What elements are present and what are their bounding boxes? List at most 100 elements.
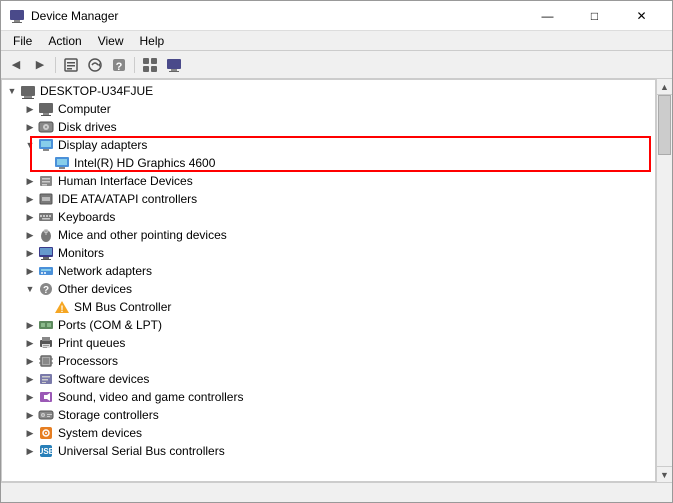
menu-bar: File Action View Help <box>1 31 672 51</box>
intel-spacer <box>38 155 54 171</box>
ports-label: Ports (COM & LPT) <box>58 318 162 332</box>
root-toggle[interactable]: ▼ <box>4 83 20 99</box>
disk-drives-label: Disk drives <box>58 120 117 134</box>
tree-item-intel-hd[interactable]: Intel(R) HD Graphics 4600 <box>2 154 655 172</box>
tree-item-computer[interactable]: ▶ Computer <box>2 100 655 118</box>
tree-item-network[interactable]: ▶ Network adapters <box>2 262 655 280</box>
scroll-track[interactable] <box>657 95 672 466</box>
menu-file[interactable]: File <box>5 32 40 50</box>
ports-toggle[interactable]: ▶ <box>22 317 38 333</box>
hid-toggle[interactable]: ▶ <box>22 173 38 189</box>
mice-label: Mice and other pointing devices <box>58 228 227 242</box>
sm-bus-icon: ! <box>54 299 70 315</box>
toolbar-update[interactable] <box>84 54 106 76</box>
processors-icon <box>38 353 54 369</box>
maximize-button[interactable]: □ <box>572 1 617 31</box>
sm-spacer <box>38 299 54 315</box>
ports-icon <box>38 317 54 333</box>
monitors-toggle[interactable]: ▶ <box>22 245 38 261</box>
minimize-button[interactable]: — <box>525 1 570 31</box>
system-toggle[interactable]: ▶ <box>22 425 38 441</box>
svg-text:USB: USB <box>38 447 54 456</box>
storage-icon <box>38 407 54 423</box>
storage-toggle[interactable]: ▶ <box>22 407 38 423</box>
display-adapters-label: Display adapters <box>58 138 147 152</box>
sound-toggle[interactable]: ▶ <box>22 389 38 405</box>
tree-item-storage[interactable]: ▶ Storage controllers <box>2 406 655 424</box>
svg-text:!: ! <box>61 304 64 314</box>
toolbar-back[interactable]: ◀ <box>5 54 27 76</box>
toolbar-display[interactable] <box>163 54 185 76</box>
computer-icon <box>38 101 54 117</box>
toolbar: ◀ ▶ ? <box>1 51 672 79</box>
tree-item-sm-bus[interactable]: ! SM Bus Controller <box>2 298 655 316</box>
tree-item-print[interactable]: ▶ Print queues <box>2 334 655 352</box>
print-toggle[interactable]: ▶ <box>22 335 38 351</box>
disk-icon <box>38 119 54 135</box>
usb-toggle[interactable]: ▶ <box>22 443 38 459</box>
tree-item-monitors[interactable]: ▶ Monitors <box>2 244 655 262</box>
scroll-up[interactable]: ▲ <box>657 79 672 95</box>
software-icon <box>38 371 54 387</box>
ide-toggle[interactable]: ▶ <box>22 191 38 207</box>
tree-root[interactable]: ▼ DESKTOP-U34FJUE <box>2 82 655 100</box>
tree-item-keyboards[interactable]: ▶ Keyboards <box>2 208 655 226</box>
sm-bus-label: SM Bus Controller <box>74 300 171 314</box>
other-icon: ? <box>38 281 54 297</box>
intel-icon <box>54 155 70 171</box>
menu-action[interactable]: Action <box>40 32 89 50</box>
hid-label: Human Interface Devices <box>58 174 193 188</box>
display-adapter-icon <box>38 137 54 153</box>
window-controls: — □ ✕ <box>525 1 664 31</box>
display-adapters-group: ▼ Display adapters Intel(R) HD Graphics … <box>2 136 655 172</box>
tree-item-sound[interactable]: ▶ Sound, video and game controllers <box>2 388 655 406</box>
keyboards-label: Keyboards <box>58 210 115 224</box>
tree-item-software[interactable]: ▶ Software devices <box>2 370 655 388</box>
tree-item-hid[interactable]: ▶ Human Interface Devices <box>2 172 655 190</box>
system-devices-label: System devices <box>58 426 142 440</box>
processors-toggle[interactable]: ▶ <box>22 353 38 369</box>
close-button[interactable]: ✕ <box>619 1 664 31</box>
tree-item-system[interactable]: ▶ System devices <box>2 424 655 442</box>
disk-toggle[interactable]: ▶ <box>22 119 38 135</box>
monitors-icon <box>38 245 54 261</box>
software-toggle[interactable]: ▶ <box>22 371 38 387</box>
scrollbar[interactable]: ▲ ▼ <box>656 79 672 482</box>
print-icon <box>38 335 54 351</box>
menu-view[interactable]: View <box>90 32 132 50</box>
processors-label: Processors <box>58 354 118 368</box>
keyboards-icon <box>38 209 54 225</box>
mice-toggle[interactable]: ▶ <box>22 227 38 243</box>
toolbar-view-devices[interactable] <box>139 54 161 76</box>
tree-item-display-adapters[interactable]: ▼ Display adapters <box>2 136 655 154</box>
computer-label: Computer <box>58 102 111 116</box>
toolbar-forward[interactable]: ▶ <box>29 54 51 76</box>
scroll-thumb[interactable] <box>658 95 671 155</box>
other-toggle[interactable]: ▼ <box>22 281 38 297</box>
tree-item-processors[interactable]: ▶ Processors <box>2 352 655 370</box>
tree-item-other-devices[interactable]: ▼ ? Other devices <box>2 280 655 298</box>
tree-item-ide[interactable]: ▶ IDE ATA/ATAPI controllers <box>2 190 655 208</box>
scroll-down[interactable]: ▼ <box>657 466 672 482</box>
storage-label: Storage controllers <box>58 408 159 422</box>
toolbar-sep2 <box>134 57 135 73</box>
menu-help[interactable]: Help <box>132 32 173 50</box>
other-devices-label: Other devices <box>58 282 132 296</box>
toolbar-help[interactable]: ? <box>108 54 130 76</box>
tree-item-mice[interactable]: ▶ Mice and other pointing devices <box>2 226 655 244</box>
network-toggle[interactable]: ▶ <box>22 263 38 279</box>
usb-label: Universal Serial Bus controllers <box>58 444 225 458</box>
computer-toggle[interactable]: ▶ <box>22 101 38 117</box>
tree-item-ports[interactable]: ▶ Ports (COM & LPT) <box>2 316 655 334</box>
tree-item-disk-drives[interactable]: ▶ Disk drives <box>2 118 655 136</box>
root-icon <box>20 83 36 99</box>
tree-item-usb[interactable]: ▶ USB Universal Serial Bus controllers <box>2 442 655 460</box>
title-bar: Device Manager — □ ✕ <box>1 1 672 31</box>
device-tree[interactable]: ▼ DESKTOP-U34FJUE ▶ Computer ▶ <box>1 79 656 482</box>
keyboards-toggle[interactable]: ▶ <box>22 209 38 225</box>
content-wrapper: ▼ DESKTOP-U34FJUE ▶ Computer ▶ <box>1 79 672 482</box>
display-toggle[interactable]: ▼ <box>22 137 38 153</box>
toolbar-properties[interactable] <box>60 54 82 76</box>
sound-label: Sound, video and game controllers <box>58 390 243 404</box>
software-devices-label: Software devices <box>58 372 149 386</box>
